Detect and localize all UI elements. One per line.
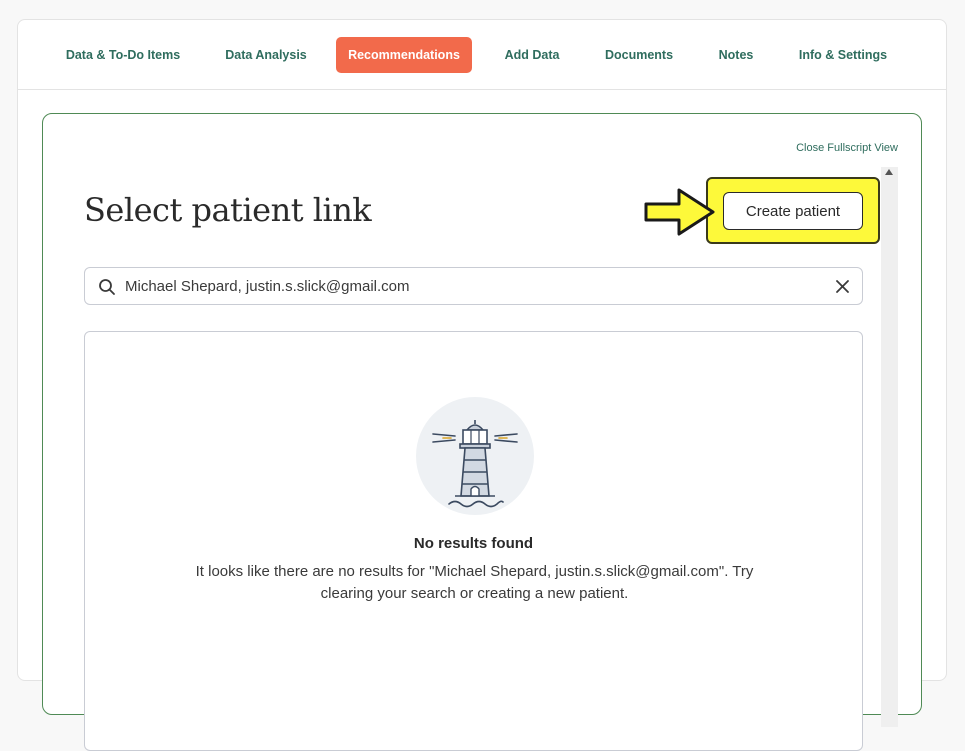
tab-bar: Data & To-Do Items Data Analysis Recomme… <box>18 20 946 90</box>
main-card: Data & To-Do Items Data Analysis Recomme… <box>17 19 947 751</box>
empty-state-title: No results found <box>413 535 534 552</box>
lighthouse-icon <box>416 397 534 515</box>
tab-recommendations[interactable]: Recommendations <box>336 37 472 73</box>
fullscript-panel: Close Fullscript View Select patient lin… <box>42 113 922 751</box>
search-icon <box>99 279 115 295</box>
pointer-arrow-icon <box>644 188 715 236</box>
empty-state-message: It looks like there are no results for "… <box>155 561 794 605</box>
search-input[interactable]: Michael Shepard, justin.s.slick@gmail.co… <box>125 268 410 306</box>
empty-state-message-line-2: clearing your search or creating a new p… <box>320 585 629 602</box>
close-fullscript-link[interactable]: Close Fullscript View <box>796 142 898 154</box>
results-list: No results found It looks like there are… <box>84 331 863 751</box>
page-title: Select patient link <box>84 191 372 229</box>
tab-add-data[interactable]: Add Data <box>492 37 572 73</box>
tab-info-settings[interactable]: Info & Settings <box>786 37 900 73</box>
tab-documents[interactable]: Documents <box>594 37 684 73</box>
search-field[interactable]: Michael Shepard, justin.s.slick@gmail.co… <box>84 267 863 305</box>
tab-data-analysis[interactable]: Data Analysis <box>214 37 318 73</box>
create-patient-button[interactable]: Create patient <box>723 192 863 230</box>
empty-state-message-line-1: It looks like there are no results for "… <box>195 563 754 580</box>
tab-notes[interactable]: Notes <box>706 37 766 73</box>
scrollbar[interactable] <box>881 167 898 727</box>
close-icon[interactable] <box>835 279 850 294</box>
tab-data-todo[interactable]: Data & To-Do Items <box>54 37 192 73</box>
scroll-up-arrow-icon[interactable] <box>885 169 893 175</box>
